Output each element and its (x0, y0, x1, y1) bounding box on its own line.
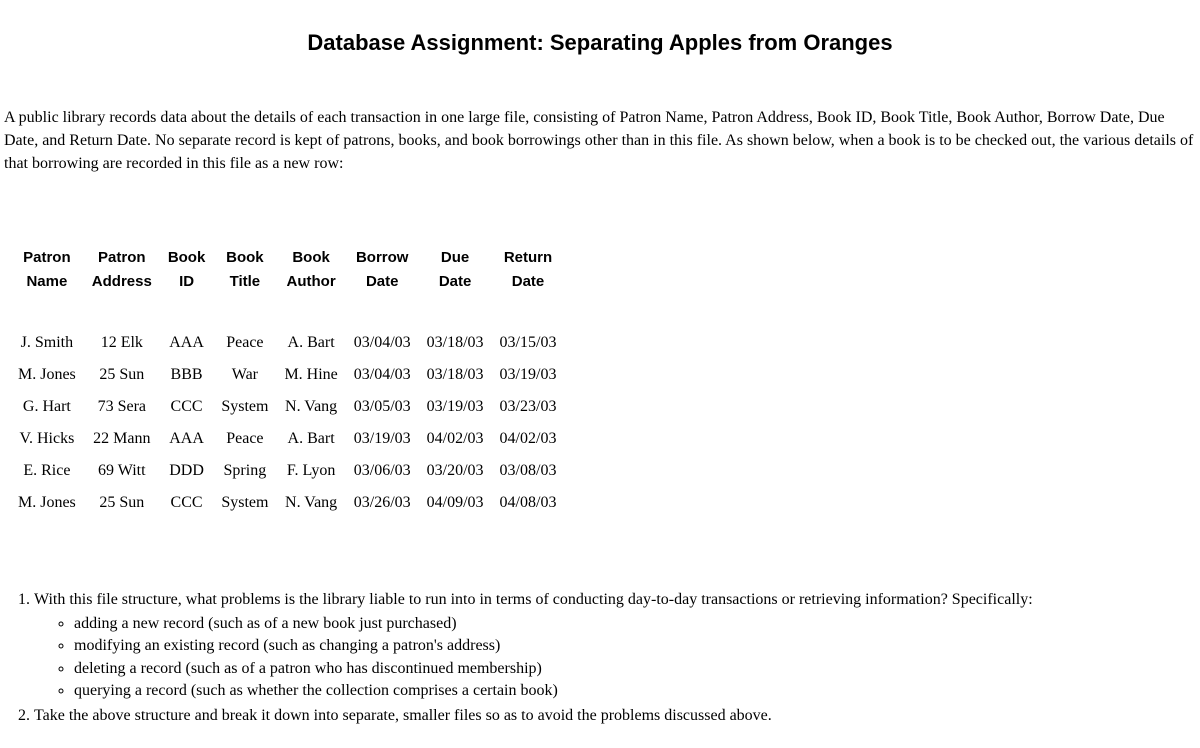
table-body: J. Smith12 ElkAAAPeaceA. Bart03/04/0303/… (10, 306, 564, 519)
col-book-author: BookAuthor (276, 246, 345, 306)
cell-patron-address: 69 Witt (84, 455, 160, 487)
cell-due-date: 04/09/03 (419, 487, 492, 519)
cell-borrow-date: 03/04/03 (346, 306, 419, 359)
questions-list: With this file structure, what problems … (4, 589, 1196, 727)
page-title: Database Assignment: Separating Apples f… (0, 30, 1200, 56)
cell-book-title: War (213, 359, 276, 391)
cell-return-date: 03/19/03 (492, 359, 565, 391)
cell-book-title: System (213, 391, 276, 423)
cell-return-date: 03/15/03 (492, 306, 565, 359)
col-book-id: BookID (160, 246, 214, 306)
cell-patron-name: E. Rice (10, 455, 84, 487)
q1-sub-item: querying a record (such as whether the c… (74, 680, 1196, 702)
cell-patron-address: 22 Mann (84, 423, 160, 455)
cell-book-id: CCC (160, 487, 214, 519)
cell-book-author: N. Vang (276, 487, 345, 519)
cell-return-date: 03/23/03 (492, 391, 565, 423)
col-patron-name: PatronName (10, 246, 84, 306)
cell-return-date: 03/08/03 (492, 455, 565, 487)
cell-book-id: BBB (160, 359, 214, 391)
question-2: Take the above structure and break it do… (34, 705, 1196, 727)
cell-book-author: N. Vang (276, 391, 345, 423)
cell-due-date: 03/18/03 (419, 359, 492, 391)
table-row: V. Hicks22 MannAAAPeaceA. Bart03/19/0304… (10, 423, 564, 455)
table-row: M. Jones25 SunCCCSystemN. Vang03/26/0304… (10, 487, 564, 519)
intro-paragraph: A public library records data about the … (4, 106, 1196, 176)
cell-book-id: CCC (160, 391, 214, 423)
table-row: G. Hart73 SeraCCCSystemN. Vang03/05/0303… (10, 391, 564, 423)
cell-book-id: DDD (160, 455, 214, 487)
cell-patron-address: 73 Sera (84, 391, 160, 423)
cell-due-date: 04/02/03 (419, 423, 492, 455)
cell-book-author: F. Lyon (276, 455, 345, 487)
cell-book-author: A. Bart (276, 306, 345, 359)
cell-borrow-date: 03/04/03 (346, 359, 419, 391)
q1-sub-item: deleting a record (such as of a patron w… (74, 658, 1196, 680)
cell-book-id: AAA (160, 306, 214, 359)
cell-borrow-date: 03/05/03 (346, 391, 419, 423)
cell-borrow-date: 03/06/03 (346, 455, 419, 487)
table-header-row: PatronName PatronAddress BookID BookTitl… (10, 246, 564, 306)
question-1-text: With this file structure, what problems … (34, 591, 1033, 608)
question-1-sublist: adding a new record (such as of a new bo… (34, 613, 1196, 703)
cell-patron-name: G. Hart (10, 391, 84, 423)
cell-patron-name: M. Jones (10, 359, 84, 391)
cell-borrow-date: 03/19/03 (346, 423, 419, 455)
cell-patron-name: V. Hicks (10, 423, 84, 455)
cell-book-author: A. Bart (276, 423, 345, 455)
cell-book-author: M. Hine (276, 359, 345, 391)
cell-return-date: 04/08/03 (492, 487, 565, 519)
cell-due-date: 03/18/03 (419, 306, 492, 359)
cell-due-date: 03/19/03 (419, 391, 492, 423)
col-book-title: BookTitle (213, 246, 276, 306)
cell-book-id: AAA (160, 423, 214, 455)
cell-borrow-date: 03/26/03 (346, 487, 419, 519)
q1-sub-item: modifying an existing record (such as ch… (74, 635, 1196, 657)
cell-book-title: Peace (213, 423, 276, 455)
cell-book-title: Peace (213, 306, 276, 359)
col-patron-address: PatronAddress (84, 246, 160, 306)
cell-patron-name: M. Jones (10, 487, 84, 519)
table-row: M. Jones25 SunBBBWarM. Hine03/04/0303/18… (10, 359, 564, 391)
question-1: With this file structure, what problems … (34, 589, 1196, 703)
table-row: J. Smith12 ElkAAAPeaceA. Bart03/04/0303/… (10, 306, 564, 359)
cell-patron-name: J. Smith (10, 306, 84, 359)
cell-patron-address: 25 Sun (84, 359, 160, 391)
transactions-table: PatronName PatronAddress BookID BookTitl… (10, 246, 564, 519)
cell-book-title: Spring (213, 455, 276, 487)
table-row: E. Rice69 WittDDDSpringF. Lyon03/06/0303… (10, 455, 564, 487)
cell-patron-address: 12 Elk (84, 306, 160, 359)
q1-sub-item: adding a new record (such as of a new bo… (74, 613, 1196, 635)
col-return-date: ReturnDate (492, 246, 565, 306)
cell-book-title: System (213, 487, 276, 519)
cell-patron-address: 25 Sun (84, 487, 160, 519)
cell-due-date: 03/20/03 (419, 455, 492, 487)
cell-return-date: 04/02/03 (492, 423, 565, 455)
col-borrow-date: BorrowDate (346, 246, 419, 306)
col-due-date: DueDate (419, 246, 492, 306)
